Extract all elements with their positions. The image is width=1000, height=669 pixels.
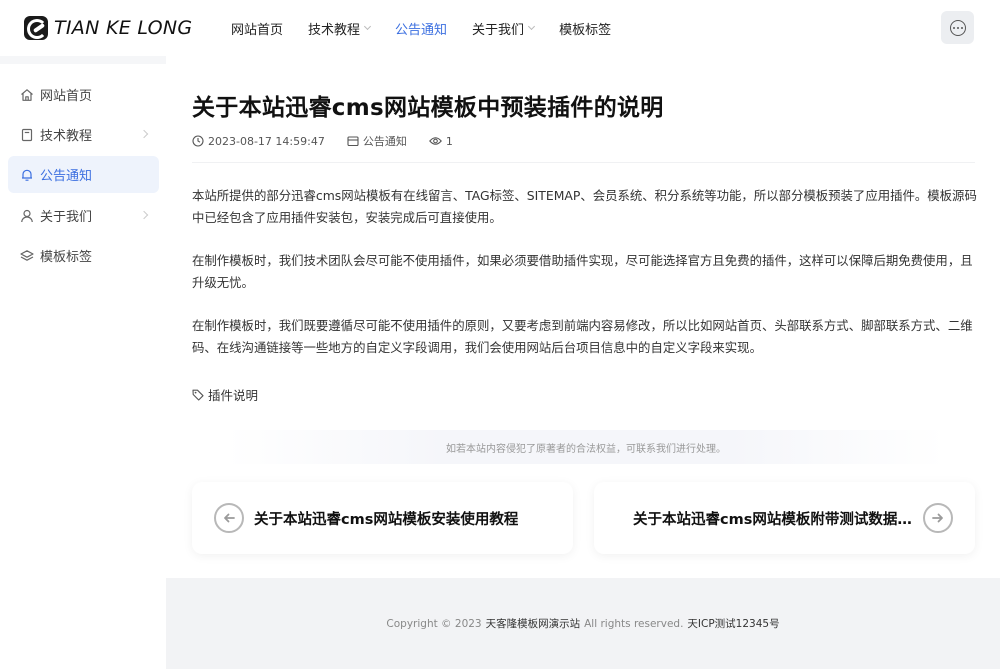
nav-label: 公告通知 <box>395 22 448 38</box>
article-paragraph: 在制作模板时，我们技术团队会尽可能不使用插件，如果必须要借助插件实现，尽可能选择… <box>192 253 973 290</box>
arrow-right-icon <box>923 503 953 533</box>
sidebar-item-home[interactable]: 网站首页 <box>8 76 159 113</box>
sidebar-item-tags[interactable]: 模板标签 <box>8 237 159 274</box>
arrow-left-icon <box>214 503 244 533</box>
nav-label: 网站首页 <box>231 22 284 38</box>
footer-rights: All rights reserved. <box>584 617 684 630</box>
chevron-right-icon <box>139 210 149 220</box>
article-paragraph: 在制作模板时，我们既要遵循尽可能不使用插件的原则，又要考虑到前端内容易修改，所以… <box>192 318 973 355</box>
nav-label: 技术教程 <box>308 22 361 38</box>
category-text: 公告通知 <box>362 135 407 148</box>
footer-copyright: Copyright © 2023 <box>386 617 482 630</box>
article-paragraph: 本站所提供的部分迅睿cms网站模板有在线留言、TAG标签、SITEMAP、会员系… <box>192 188 977 225</box>
meta-category[interactable]: 公告通知 <box>347 133 407 149</box>
logo-mark-icon <box>24 16 48 40</box>
nav-item-home[interactable]: 网站首页 <box>231 19 283 38</box>
copyright-notice: 如若本站内容侵犯了原著者的合法权益，可联系我们进行处理。 <box>226 430 946 464</box>
user-icon <box>20 209 34 223</box>
prev-post-title: 关于本站迅睿cms网站模板安装使用教程 <box>254 511 519 528</box>
sidebar: 网站首页 技术教程 公告通知 关于我们 模板标签 <box>0 64 166 669</box>
sidebar-item-tutorials[interactable]: 技术教程 <box>8 116 159 153</box>
nav-item-about[interactable]: 关于我们 <box>472 19 536 38</box>
chevron-down-icon <box>528 22 536 31</box>
menu-button[interactable] <box>941 11 974 44</box>
home-icon <box>20 88 34 102</box>
sidebar-item-label: 网站首页 <box>40 89 93 104</box>
datetime-text: 2023-08-17 14:59:47 <box>208 134 325 148</box>
nav-item-tags[interactable]: 模板标签 <box>559 19 611 38</box>
sidebar-item-label: 关于我们 <box>40 210 93 225</box>
sidebar-item-label: 模板标签 <box>40 250 93 265</box>
article-title: 关于本站迅睿cms网站模板中预装插件的说明 <box>192 95 664 121</box>
layers-icon <box>20 249 34 263</box>
chevron-down-icon <box>363 22 372 31</box>
more-dots-icon <box>949 19 966 36</box>
logo-text: TIAN KE LONG <box>54 17 193 39</box>
meta-views: 1 <box>428 134 453 148</box>
sidebar-item-label: 公告通知 <box>40 169 93 184</box>
prev-post-link[interactable]: 关于本站迅睿cms网站模板安装使用教程 <box>192 482 573 554</box>
article-meta: 2023-08-17 14:59:47 公告通知 1 <box>192 133 475 149</box>
eye-icon <box>428 137 442 145</box>
main-nav: 网站首页 技术教程 公告通知 关于我们 模板标签 <box>231 0 636 56</box>
site-logo[interactable]: TIAN KE LONG <box>24 12 192 44</box>
footer-icp[interactable]: 天ICP测试12345号 <box>687 616 779 631</box>
site-footer: Copyright © 2023 天客隆模板网演示站 All rights re… <box>166 578 1000 669</box>
nav-item-announcements[interactable]: 公告通知 <box>395 19 447 38</box>
article-tag[interactable]: 插件说明 <box>192 385 258 404</box>
footer-site-name[interactable]: 天客隆模板网演示站 <box>486 616 581 631</box>
chevron-right-icon <box>139 129 149 139</box>
sidebar-item-label: 技术教程 <box>40 129 93 144</box>
article-container: 关于本站迅睿cms网站模板中预装插件的说明 2023-08-17 14:59:4… <box>166 56 1000 578</box>
bell-icon <box>20 168 34 182</box>
meta-datetime: 2023-08-17 14:59:47 <box>192 135 325 148</box>
nav-label: 模板标签 <box>559 22 612 38</box>
tag-label: 插件说明 <box>208 388 259 403</box>
views-count: 1 <box>445 134 453 148</box>
tag-icon <box>192 389 204 401</box>
nav-item-tutorials[interactable]: 技术教程 <box>308 19 372 38</box>
next-post-title: 关于本站迅睿cms网站模板附带测试数据的说明 <box>633 511 913 528</box>
clock-icon <box>192 135 204 147</box>
sidebar-item-announcements[interactable]: 公告通知 <box>8 156 159 193</box>
document-icon <box>20 128 34 142</box>
next-post-link[interactable]: 关于本站迅睿cms网站模板附带测试数据的说明 <box>594 482 975 554</box>
sidebar-item-about[interactable]: 关于我们 <box>8 197 159 234</box>
top-header: TIAN KE LONG 网站首页 技术教程 公告通知 关于我们 模板标签 <box>0 0 1000 56</box>
category-icon <box>347 136 359 147</box>
nav-label: 关于我们 <box>472 22 525 38</box>
meta-divider <box>192 162 975 163</box>
